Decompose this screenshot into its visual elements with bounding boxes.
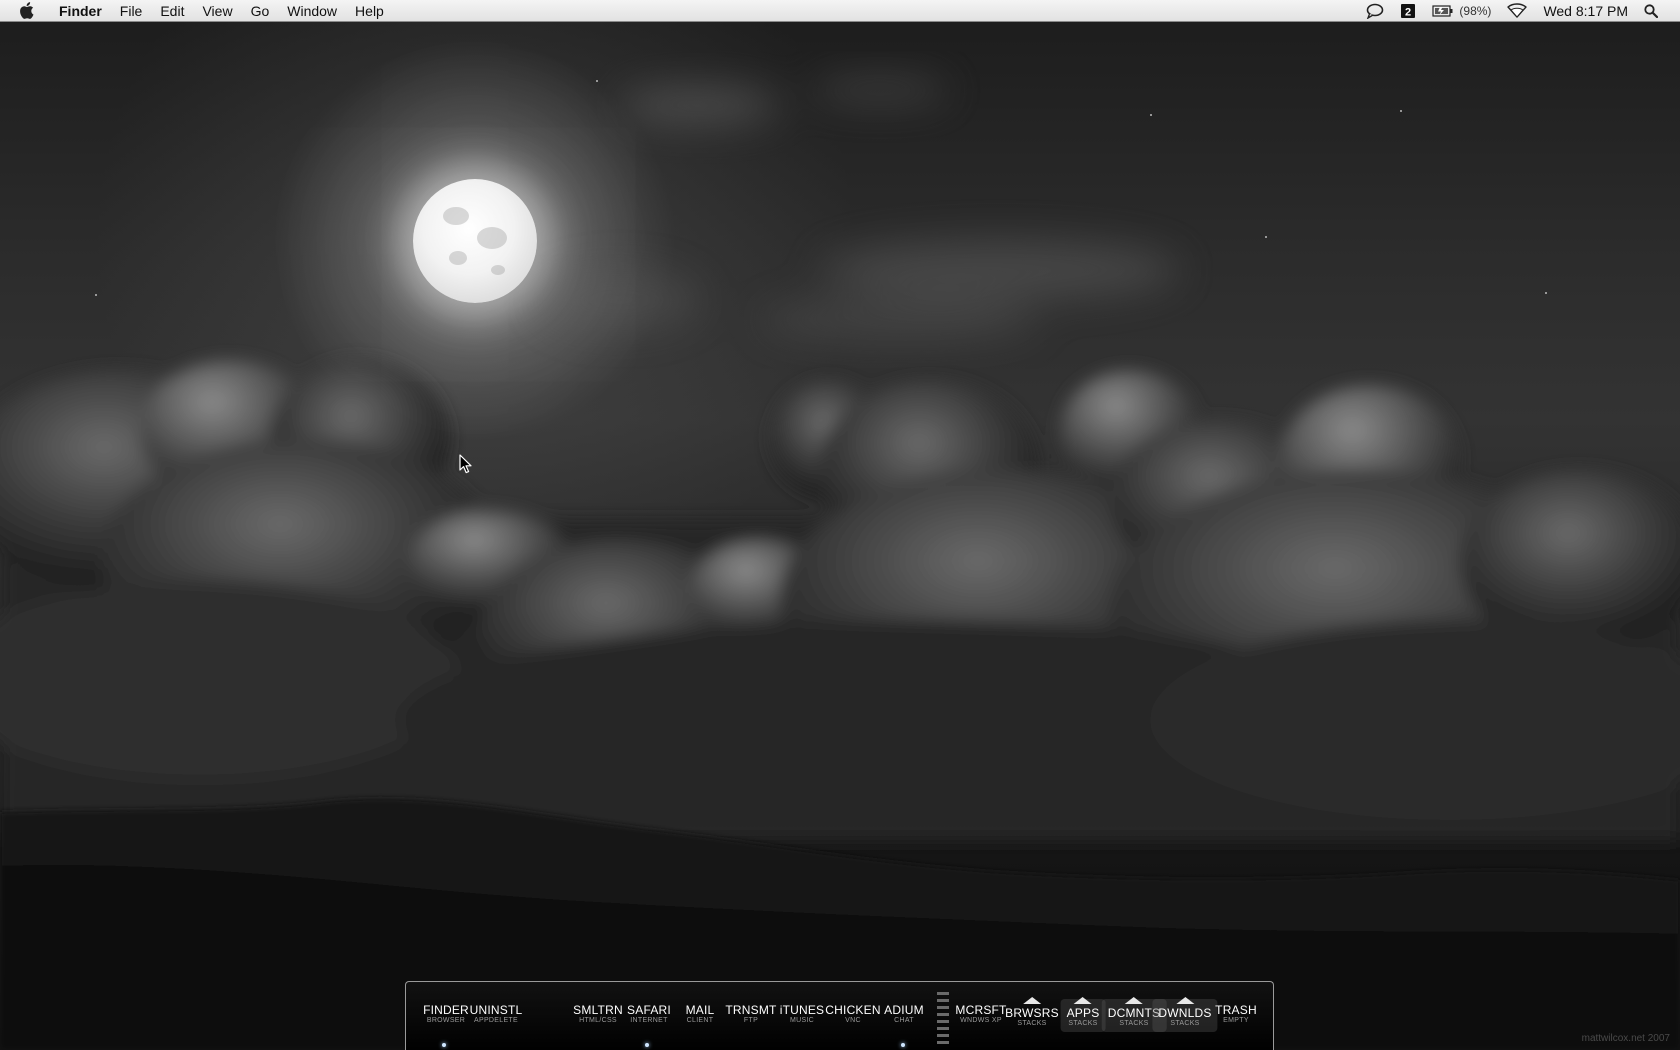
wifi-icon[interactable] bbox=[1499, 3, 1535, 18]
mouse-pointer-icon bbox=[459, 454, 472, 474]
dock-item-label: UNINSTL bbox=[469, 1003, 523, 1017]
menu-help[interactable]: Help bbox=[346, 0, 393, 22]
status-menus: 2 (98%) Wed 8:17 PM bbox=[1358, 0, 1666, 22]
running-indicator bbox=[901, 1043, 905, 1047]
menu-go[interactable]: Go bbox=[242, 0, 279, 22]
dock-separator[interactable] bbox=[937, 992, 949, 1046]
menu-window[interactable]: Window bbox=[278, 0, 346, 22]
dock-item-safari[interactable]: SAFARI INTERNET bbox=[627, 1004, 671, 1025]
star bbox=[1545, 292, 1547, 294]
dock-item-label: MCRSFT bbox=[955, 1003, 1007, 1017]
dock-item-sublabel: VNC bbox=[845, 1017, 861, 1024]
star bbox=[1265, 236, 1267, 238]
dock-item-chicken[interactable]: CHICKEN VNC bbox=[825, 1004, 880, 1025]
menu-bar: Finder File Edit View Go Window Help 2 (… bbox=[0, 0, 1680, 22]
menu-edit[interactable]: Edit bbox=[151, 0, 193, 22]
dock-item-sublabel: HTML/CSS bbox=[579, 1017, 617, 1024]
dock-stack-dwnlds[interactable]: DWNLDS STACKS bbox=[1152, 997, 1218, 1032]
dock-item-itunes[interactable]: iTUNES MUSIC bbox=[780, 1004, 825, 1025]
dock-item-sublabel: EMPTY bbox=[1223, 1017, 1249, 1024]
menu-clock[interactable]: Wed 8:17 PM bbox=[1535, 0, 1636, 22]
dock-item-label: TRASH bbox=[1215, 1003, 1257, 1017]
running-indicator bbox=[442, 1043, 446, 1047]
dock-item-sublabel: STACKS bbox=[1068, 1020, 1098, 1027]
dock-item-mcrsft[interactable]: MCRSFT WNDWS XP bbox=[955, 1004, 1006, 1025]
dock-item-sublabel: WNDWS XP bbox=[960, 1017, 1002, 1024]
dock-item-trnsmt[interactable]: TRNSMT FTP bbox=[725, 1004, 776, 1025]
wallpaper-credit: mattwilcox.net 2007 bbox=[1581, 1033, 1670, 1044]
dock-item-sublabel: FTP bbox=[743, 1017, 759, 1024]
dock-item-sublabel: INTERNET bbox=[630, 1017, 668, 1024]
dock-item-mail[interactable]: MAIL CLIENT bbox=[686, 1004, 715, 1025]
battery-percent: (98%) bbox=[1459, 3, 1492, 18]
dock-item-label: MAIL bbox=[685, 1003, 715, 1017]
spaces-icon[interactable]: 2 bbox=[1392, 3, 1424, 19]
dock-item-sublabel: MUSIC bbox=[789, 1017, 815, 1024]
battery-icon[interactable]: (98%) bbox=[1424, 0, 1499, 22]
stack-icon bbox=[1073, 997, 1092, 1004]
star bbox=[95, 294, 97, 296]
dock-item-adium[interactable]: ADIUM CHAT bbox=[884, 1004, 924, 1025]
chat-bubble-icon[interactable] bbox=[1358, 3, 1392, 19]
wallpaper-clouds bbox=[0, 78, 1680, 1050]
dock-item-label: DWNLDS bbox=[1158, 1006, 1212, 1020]
dock-stack-brwsrs[interactable]: BRWSRS STACKS bbox=[1002, 997, 1062, 1028]
moon bbox=[413, 179, 537, 303]
stack-icon bbox=[1125, 997, 1143, 1004]
dock-item-label: CHICKEN bbox=[825, 1003, 881, 1017]
dock-item-sublabel: CHAT bbox=[894, 1017, 914, 1024]
dock-item-label: APPS bbox=[1066, 1006, 1100, 1020]
dock-item-finder[interactable]: FINDER BROWSER bbox=[423, 1004, 469, 1025]
desktop[interactable]: Finder File Edit View Go Window Help 2 (… bbox=[0, 0, 1680, 1050]
dock-item-sublabel: APPDELETE bbox=[474, 1017, 518, 1024]
menu-finder[interactable]: Finder bbox=[50, 0, 111, 22]
stack-icon bbox=[1175, 997, 1194, 1004]
dock-item-sublabel: CLIENT bbox=[686, 1017, 714, 1024]
menu-view[interactable]: View bbox=[193, 0, 241, 22]
dock-item-label: SMLTRN bbox=[573, 1003, 623, 1017]
spotlight-search-icon[interactable] bbox=[1636, 3, 1666, 18]
dock-item-label: TRNSMT bbox=[725, 1003, 777, 1017]
dock-item-sublabel: STACKS bbox=[1170, 1020, 1200, 1027]
dock-item-label: FINDER bbox=[423, 1003, 469, 1017]
stack-icon bbox=[1023, 997, 1041, 1004]
menu-file[interactable]: File bbox=[111, 0, 152, 22]
dock-item-label: BRWSRS bbox=[1005, 1006, 1059, 1020]
dock-item-sublabel: STACKS bbox=[1017, 1020, 1047, 1027]
star bbox=[1400, 110, 1402, 112]
dock-item-label: iTUNES bbox=[779, 1003, 825, 1017]
svg-text:2: 2 bbox=[1405, 6, 1411, 18]
star bbox=[596, 80, 598, 82]
dock-item-label: SAFARI bbox=[627, 1003, 671, 1017]
star bbox=[1150, 114, 1152, 116]
running-indicator bbox=[645, 1043, 649, 1047]
dock-item-smltrn[interactable]: SMLTRN HTML/CSS bbox=[573, 1004, 623, 1025]
dock-item-sublabel: BROWSER bbox=[426, 1017, 466, 1024]
dock-stack-apps[interactable]: APPS STACKS bbox=[1060, 997, 1106, 1032]
dock-item-label: ADIUM bbox=[884, 1003, 924, 1017]
apple-menu-icon[interactable] bbox=[16, 2, 36, 19]
dock-item-uninstl[interactable]: UNINSTL APPDELETE bbox=[470, 1004, 523, 1025]
dock-item-trash[interactable]: TRASH EMPTY bbox=[1215, 1004, 1257, 1025]
dock: FINDER BROWSER UNINSTL APPDELETE SMLTRN … bbox=[405, 981, 1274, 1050]
